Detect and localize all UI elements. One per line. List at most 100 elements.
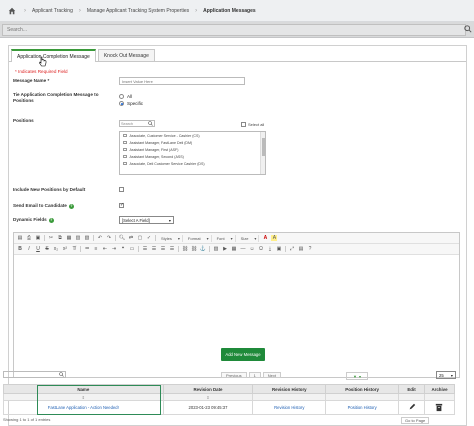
flash-icon[interactable]: ▶ xyxy=(222,246,228,252)
pager-previous-button[interactable]: Previous xyxy=(221,372,247,378)
copy-icon[interactable]: ⧉ xyxy=(57,235,63,241)
redo-icon[interactable]: ↷ xyxy=(106,235,112,241)
add-new-message-button[interactable]: Add New Message xyxy=(221,348,265,361)
grid-search-input[interactable] xyxy=(3,371,66,378)
column-header-revision-date[interactable]: Revision Date xyxy=(162,384,254,394)
position-checkbox[interactable] xyxy=(123,133,127,138)
breadcrumb-manage-properties[interactable]: Manage Applicant Tracking System Propert… xyxy=(87,8,189,14)
replace-icon[interactable]: ⇄ xyxy=(128,235,134,241)
list-item[interactable]: Assistant Manager, Second (ASS) xyxy=(120,153,265,160)
numbered-list-icon[interactable]: ≔ xyxy=(84,246,90,252)
find-icon[interactable]: 🔍︎ xyxy=(119,235,125,241)
list-item[interactable]: Associate, Deli Customer Service Cashier… xyxy=(120,160,265,167)
iframe-icon[interactable]: ▣ xyxy=(276,246,282,252)
position-checkbox[interactable] xyxy=(123,154,127,159)
print-icon[interactable]: ⎙ xyxy=(26,235,32,241)
position-checkbox[interactable] xyxy=(123,161,127,166)
page-size-select[interactable]: 25 ▾ xyxy=(436,371,456,379)
image-icon[interactable]: ▨ xyxy=(213,246,219,252)
underline-icon[interactable]: U xyxy=(35,246,41,252)
blockquote-icon[interactable]: ❝ xyxy=(120,246,126,252)
select-all-checkbox[interactable] xyxy=(241,122,246,127)
sort-cell xyxy=(423,393,456,401)
positions-search[interactable]: Search xyxy=(119,120,155,127)
position-checkbox[interactable] xyxy=(123,140,127,145)
list-item[interactable]: Associate, Customer Service - Cashier (C… xyxy=(120,132,265,139)
position-history-link[interactable]: Position History xyxy=(348,405,377,410)
div-container-icon[interactable]: ▭ xyxy=(129,246,135,252)
horizontal-line-icon[interactable]: ― xyxy=(240,246,246,252)
italic-icon[interactable]: I xyxy=(26,246,32,252)
include-new-positions-checkbox[interactable] xyxy=(119,187,124,192)
position-checkbox[interactable] xyxy=(123,147,127,152)
radio-all[interactable] xyxy=(119,94,124,99)
table-icon[interactable]: ▦ xyxy=(231,246,237,252)
paste-word-icon[interactable]: ▧ xyxy=(84,235,90,241)
filter-button[interactable]: ▼ ▾ xyxy=(346,372,368,380)
dynamic-fields-select[interactable]: [Select A Field] ▾ xyxy=(119,216,174,224)
edit-icon[interactable] xyxy=(398,400,425,415)
paste-icon[interactable]: ▦ xyxy=(66,235,72,241)
superscript-icon[interactable]: x² xyxy=(62,246,68,252)
help-icon[interactable]: ? xyxy=(68,203,74,209)
scrollbar-thumb[interactable] xyxy=(262,138,265,156)
align-left-icon[interactable]: ☰ xyxy=(142,246,148,252)
global-search-input[interactable] xyxy=(2,24,466,36)
toolbar-divider xyxy=(138,246,139,252)
about-icon[interactable]: ? xyxy=(307,246,313,252)
format-dropdown[interactable]: Format ▾ xyxy=(186,234,212,242)
sort-icon[interactable]: ⇕ xyxy=(162,393,254,401)
radio-specific[interactable] xyxy=(119,101,124,106)
tie-option-specific[interactable]: Specific xyxy=(119,100,143,107)
font-dropdown[interactable]: Font ▾ xyxy=(215,234,236,242)
list-item[interactable]: Assistant Manager, First (ASF) xyxy=(120,146,265,153)
go-to-page-button[interactable]: Go to Page xyxy=(401,417,430,424)
anchor-icon[interactable]: ⚓ xyxy=(200,246,206,252)
maximize-icon[interactable]: ⤢ xyxy=(289,246,295,252)
list-item[interactable]: Assistant Manager, FastLane Deli (DM) xyxy=(120,139,265,146)
pager-next-button[interactable]: Next xyxy=(262,372,282,378)
remove-format-icon[interactable]: T̸ xyxy=(71,246,77,252)
background-color-icon[interactable]: A xyxy=(271,235,278,241)
help-icon[interactable]: ? xyxy=(48,217,54,223)
message-name-input[interactable] xyxy=(119,77,245,85)
show-blocks-icon[interactable]: ▤ xyxy=(298,246,304,252)
align-center-icon[interactable]: ☰ xyxy=(151,246,157,252)
positions-scrollbar[interactable] xyxy=(260,132,265,174)
size-dropdown[interactable]: Size ▾ xyxy=(239,234,260,242)
undo-icon[interactable]: ↶ xyxy=(97,235,103,241)
indent-icon[interactable]: ⇥ xyxy=(111,246,117,252)
source-icon[interactable]: ▤ xyxy=(17,235,23,241)
search-icon[interactable] xyxy=(464,25,472,35)
cut-icon[interactable]: ✂ xyxy=(48,235,54,241)
paste-text-icon[interactable]: ▥ xyxy=(75,235,81,241)
archive-icon[interactable] xyxy=(423,400,456,415)
outdent-icon[interactable]: ⇤ xyxy=(102,246,108,252)
page-break-icon[interactable]: ⤓ xyxy=(267,246,273,252)
pager-page-button[interactable]: 1 xyxy=(248,372,261,378)
tab-application-completion-message[interactable]: Application Completion Message xyxy=(11,49,96,62)
send-email-checkbox[interactable] xyxy=(119,202,124,208)
strikethrough-icon[interactable]: S xyxy=(44,246,50,252)
home-icon[interactable] xyxy=(6,5,18,17)
bulleted-list-icon[interactable]: ≡ xyxy=(93,246,99,252)
subscript-icon[interactable]: x₂ xyxy=(53,246,59,252)
align-right-icon[interactable]: ☰ xyxy=(160,246,166,252)
spellcheck-icon[interactable]: ✓ xyxy=(146,235,152,241)
positions-list[interactable]: Associate, Customer Service - Cashier (C… xyxy=(119,131,266,175)
preview-icon[interactable]: ▣ xyxy=(35,235,41,241)
unlink-icon[interactable]: ⛓ xyxy=(191,246,197,252)
special-char-icon[interactable]: Ω xyxy=(258,246,264,252)
styles-dropdown[interactable]: Styles ▾ xyxy=(159,234,183,242)
revision-history-link[interactable]: Revision History xyxy=(274,405,304,410)
select-all[interactable]: Select all xyxy=(241,122,264,127)
align-justify-icon[interactable]: ☰ xyxy=(169,246,175,252)
select-all-icon[interactable]: ▢ xyxy=(137,235,143,241)
text-color-icon[interactable]: A xyxy=(262,235,268,241)
tie-option-all[interactable]: All xyxy=(119,93,143,100)
link-icon[interactable]: ⛓ xyxy=(182,246,188,252)
bold-icon[interactable]: B xyxy=(17,246,23,252)
tab-knock-out-message[interactable]: Knock Out Message xyxy=(97,49,155,61)
breadcrumb-applicant-tracking[interactable]: Applicant Tracking xyxy=(32,8,73,14)
smiley-icon[interactable]: ☺ xyxy=(249,246,255,252)
